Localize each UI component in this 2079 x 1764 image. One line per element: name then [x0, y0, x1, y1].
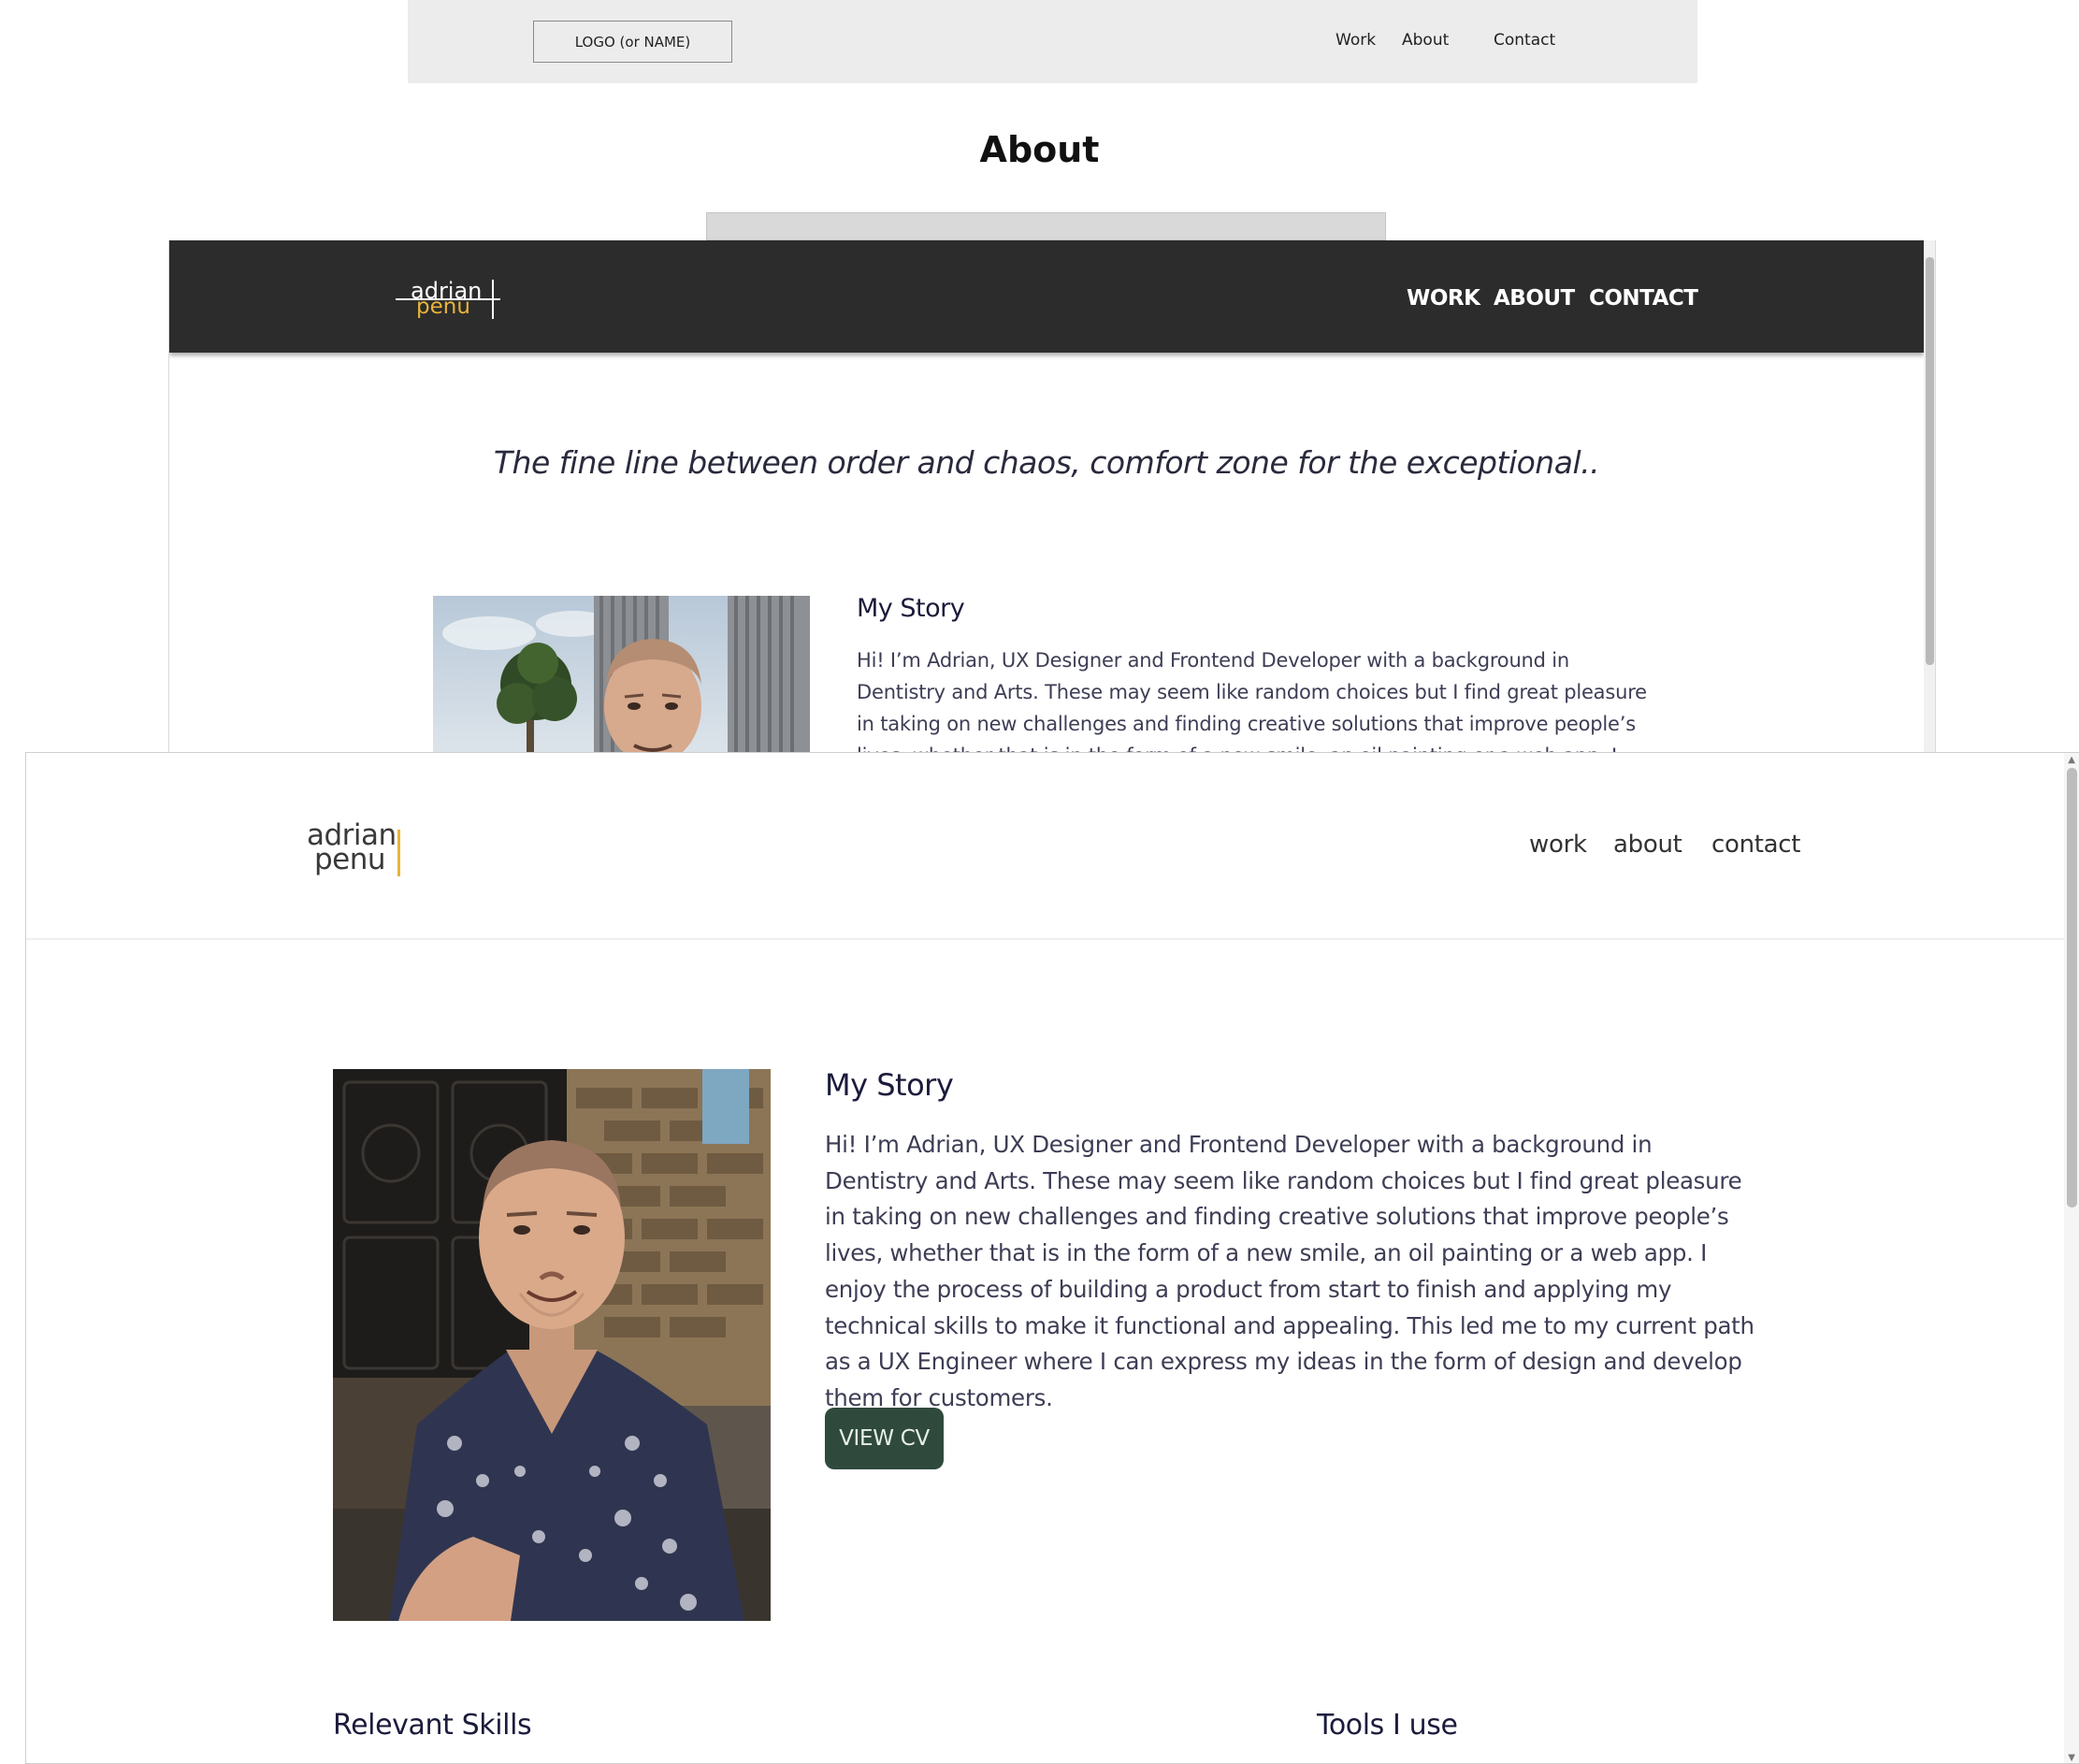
- view-cv-button[interactable]: VIEW CV: [825, 1408, 944, 1469]
- dark-nav-about[interactable]: ABOUT: [1494, 286, 1575, 311]
- final-version-frame: adrian penu work about contact ▲ ▼ My St…: [25, 752, 2079, 1764]
- logo-last-name: penu: [314, 843, 386, 876]
- final-nav-work[interactable]: work: [1529, 831, 1587, 859]
- tools-heading: Tools I use: [1317, 1709, 1458, 1742]
- logo-crossline: [396, 298, 500, 300]
- dark-nav-work[interactable]: WORK: [1407, 286, 1480, 311]
- final-nav-contact[interactable]: contact: [1711, 831, 1801, 859]
- profile-photo-outdoor: [433, 596, 810, 753]
- scroll-down-arrow-icon[interactable]: ▼: [2068, 1753, 2075, 1763]
- tagline: The fine line between order and chaos, c…: [493, 444, 1600, 481]
- dark-version-logo[interactable]: adrian penu: [396, 278, 508, 323]
- logo-accent-bar: [397, 830, 400, 876]
- profile-photo: [333, 1069, 771, 1621]
- dark-nav-contact[interactable]: CONTACT: [1589, 286, 1698, 311]
- wireframe-nav-work[interactable]: Work: [1335, 31, 1376, 50]
- wireframe-header: LOGO (or NAME) Work About Contact: [408, 0, 1697, 83]
- wireframe-placeholder-bar: [706, 212, 1386, 240]
- final-story-text: Hi! I’m Adrian, UX Designer and Frontend…: [825, 1131, 1754, 1411]
- final-version-header: adrian penu work about contact: [26, 753, 2065, 940]
- final-story-title: My Story: [825, 1067, 954, 1103]
- wireframe-nav-contact[interactable]: Contact: [1494, 31, 1555, 50]
- wireframe-logo-box[interactable]: LOGO (or NAME): [533, 21, 732, 63]
- final-version-scrollbar[interactable]: ▲ ▼: [2064, 753, 2079, 1763]
- scroll-up-arrow-icon[interactable]: ▲: [2068, 755, 2075, 765]
- dark-version-header: adrian penu WORK ABOUT CONTACT: [169, 240, 1924, 353]
- dark-version-frame: adrian penu WORK ABOUT CONTACT The fine …: [168, 240, 1936, 753]
- wireframe-nav-about[interactable]: About: [1402, 31, 1449, 50]
- dark-version-scroll-thumb[interactable]: [1926, 257, 1934, 665]
- wireframe-page-title: About: [979, 129, 1100, 170]
- final-version-scroll-thumb[interactable]: [2067, 768, 2077, 1207]
- final-nav-about[interactable]: about: [1613, 831, 1682, 859]
- final-version-logo[interactable]: adrian penu: [307, 818, 410, 884]
- logo-vertical-line: [492, 280, 494, 319]
- dark-story-text: Hi! I’m Adrian, UX Designer and Frontend…: [857, 649, 1647, 753]
- dark-version-scrollbar[interactable]: [1924, 240, 1935, 753]
- relevant-skills-heading: Relevant Skills: [333, 1709, 532, 1742]
- dark-story-title: My Story: [857, 594, 965, 623]
